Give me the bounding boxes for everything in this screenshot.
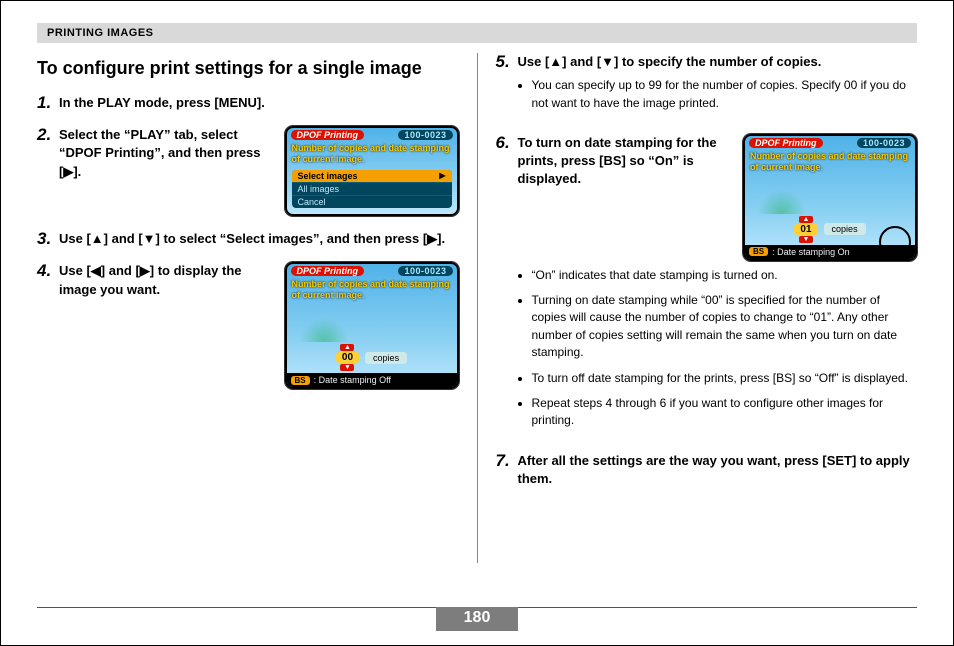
page-number: 180 bbox=[436, 607, 519, 631]
down-arrow-icon: ▼ bbox=[340, 364, 354, 371]
page-footer: 180 bbox=[37, 607, 917, 631]
step-number: 5. bbox=[496, 53, 518, 120]
bs-chip: BS bbox=[749, 247, 768, 256]
left-column: To configure print settings for a single… bbox=[37, 53, 477, 563]
menu-option-cancel: Cancel bbox=[292, 196, 452, 208]
step-number: 2. bbox=[37, 126, 59, 216]
step-6-text: To turn on date stamping for the prints,… bbox=[518, 134, 734, 189]
screenshot-filecount: 100-0023 bbox=[398, 266, 452, 276]
step-5-text: Use [▲] and [▼] to specify the number of… bbox=[518, 53, 918, 71]
step-7-text: After all the settings are the way you w… bbox=[518, 452, 918, 488]
step-3-text: Use [▲] and [▼] to select “Select images… bbox=[59, 230, 459, 248]
step-4-text: Use [◀] and [▶] to display the image you… bbox=[59, 262, 275, 298]
chevron-right-icon: ▶ bbox=[439, 171, 445, 180]
screenshot-copies-on: DPOF Printing 100-0023 Number of copies … bbox=[743, 134, 917, 261]
step-number: 1. bbox=[37, 94, 59, 113]
section-header: PRINTING IMAGES bbox=[37, 23, 917, 43]
screenshot-title: DPOF Printing bbox=[291, 130, 365, 140]
screenshot-filecount: 100-0023 bbox=[398, 130, 452, 140]
step-6-note: Turning on date stamping while “00” is s… bbox=[532, 292, 918, 362]
copies-value: 00 bbox=[336, 352, 359, 363]
screenshot-message: Number of copies and date stamping of cu… bbox=[745, 149, 915, 178]
step-6-note: To turn off date stamping for the prints… bbox=[532, 370, 918, 387]
date-stamping-status: : Date stamping Off bbox=[314, 375, 391, 385]
bs-chip: BS bbox=[291, 376, 310, 385]
menu-option-label: Select images bbox=[298, 171, 358, 181]
step-number: 7. bbox=[496, 452, 518, 488]
copies-value: 01 bbox=[794, 224, 817, 235]
screenshot-dpof-menu: DPOF Printing 100-0023 Number of copies … bbox=[285, 126, 459, 216]
up-arrow-icon: ▲ bbox=[799, 216, 813, 223]
menu-option-select-images: Select images ▶ bbox=[292, 170, 452, 183]
menu-option-all-images: All images bbox=[292, 183, 452, 196]
screenshot-title: DPOF Printing bbox=[291, 266, 365, 276]
down-arrow-icon: ▼ bbox=[799, 236, 813, 243]
screenshot-title: DPOF Printing bbox=[749, 138, 823, 148]
right-column: 5. Use [▲] and [▼] to specify the number… bbox=[478, 53, 918, 563]
copies-label: copies bbox=[365, 352, 407, 364]
step-number: 3. bbox=[37, 230, 59, 249]
step-number: 4. bbox=[37, 262, 59, 389]
step-number: 6. bbox=[496, 134, 518, 438]
up-arrow-icon: ▲ bbox=[340, 344, 354, 351]
copies-label: copies bbox=[824, 223, 866, 235]
step-5-note: You can specify up to 99 for the number … bbox=[532, 77, 918, 112]
screenshot-message: Number of copies and date stamping of cu… bbox=[287, 141, 457, 170]
screenshot-copies-off: DPOF Printing 100-0023 Number of copies … bbox=[285, 262, 459, 389]
screenshot-filecount: 100-0023 bbox=[857, 138, 911, 148]
step-1-text: In the PLAY mode, press [MENU]. bbox=[59, 94, 459, 112]
date-stamping-status: : Date stamping On bbox=[772, 247, 850, 257]
step-6-note: “On” indicates that date stamping is tur… bbox=[532, 267, 918, 284]
step-6-note: Repeat steps 4 through 6 if you want to … bbox=[532, 395, 918, 430]
page-heading: To configure print settings for a single… bbox=[37, 57, 459, 80]
screenshot-message: Number of copies and date stamping of cu… bbox=[287, 277, 457, 306]
step-2-text: Select the “PLAY” tab, select “DPOF Prin… bbox=[59, 126, 275, 181]
